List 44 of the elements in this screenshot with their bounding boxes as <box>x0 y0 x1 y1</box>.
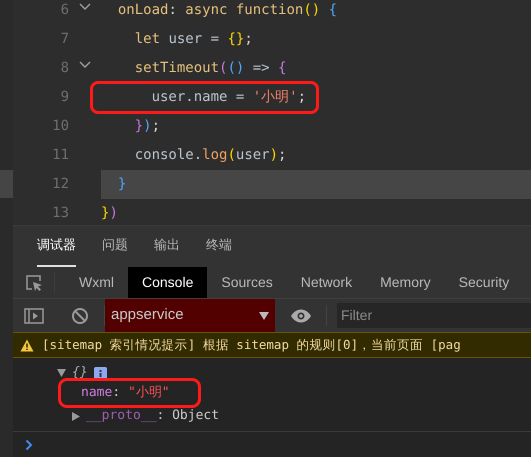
sidebar-toggle-icon[interactable] <box>24 308 44 324</box>
code-line: } <box>116 175 126 194</box>
code-line: }) <box>101 204 118 223</box>
line-number: 7 <box>60 30 69 49</box>
code-line: onLoad: async function() { <box>116 1 338 20</box>
scrollbar-thumb[interactable] <box>0 170 13 198</box>
fold-chevron-icon[interactable] <box>79 2 91 10</box>
clear-console-icon[interactable] <box>70 306 88 325</box>
object-preview: {} <box>72 364 88 382</box>
fold-chevron-icon[interactable] <box>79 60 91 68</box>
code-line: user.name = '小明'; <box>93 84 316 111</box>
panel-tab[interactable]: 输出 <box>154 235 180 267</box>
context-select[interactable]: appservice <box>105 299 275 332</box>
line-number: 6 <box>60 1 69 20</box>
warning-text: [sitemap 索引情况提示] 根据 sitemap 的规则[0]，当前页面 [pag <box>42 336 461 354</box>
panel-tab[interactable]: 问题 <box>102 235 128 267</box>
code-line: setTimeout(() => { <box>134 59 286 78</box>
panel-tab[interactable]: 终端 <box>206 235 232 267</box>
line-number: 13 <box>51 204 69 223</box>
line-number: 10 <box>51 117 69 136</box>
devtools-tab[interactable]: Network <box>286 266 366 298</box>
line-number: 11 <box>51 146 69 165</box>
filter-field[interactable]: Filter <box>337 303 531 328</box>
devtools-tab[interactable]: Security <box>444 266 524 298</box>
code-line: }); <box>134 117 160 136</box>
line-number: 8 <box>60 59 69 78</box>
devtools-tab[interactable]: Console <box>128 266 208 298</box>
object-property: __proto__: Object <box>86 407 220 426</box>
code-line: console.log(user); <box>134 146 286 165</box>
prompt-chevron-icon[interactable] <box>25 438 33 450</box>
inspect-element-icon[interactable] <box>24 274 42 292</box>
expand-triangle-icon[interactable] <box>57 369 66 377</box>
line-number: 9 <box>60 88 69 107</box>
eye-icon[interactable] <box>290 308 312 323</box>
dropdown-arrow-icon <box>259 312 269 320</box>
devtools-tab[interactable]: Sources <box>207 266 287 298</box>
line-number: 12 <box>51 175 69 194</box>
devtools-tab[interactable]: Memory <box>366 266 445 298</box>
object-property: name: "小明" <box>61 381 198 405</box>
code-line: let user = {}; <box>134 30 253 49</box>
expand-triangle-icon[interactable] <box>72 412 80 420</box>
warning-icon <box>20 338 34 352</box>
info-badge-icon <box>94 366 107 380</box>
devtools-tab[interactable]: Wxml <box>65 266 128 298</box>
